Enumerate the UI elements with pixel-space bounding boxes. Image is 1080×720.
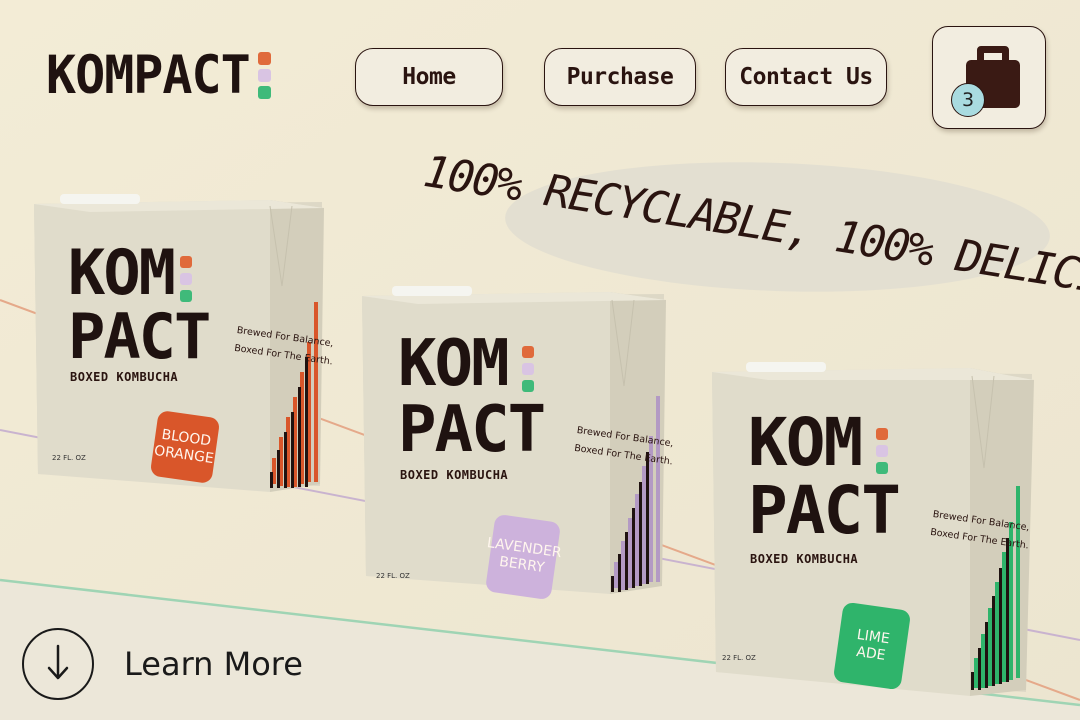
pack-volume: 22 FL. OZ	[376, 572, 410, 580]
pack-dot-green	[180, 290, 192, 302]
pack-dot-orange	[522, 346, 534, 358]
pack-dots	[522, 346, 534, 392]
product-box-lavender-berry[interactable]: KOM PACT BOXED KOMBUCHA Brewed For Balan…	[358, 286, 678, 606]
pack-logo-bottom: PACT	[398, 393, 546, 467]
nav-purchase-button[interactable]: Purchase	[544, 48, 696, 106]
cart-button[interactable]: 3	[932, 26, 1046, 129]
product-box-blood-orange[interactable]: KOM PACT BOXED KOMBUCHA Brewed For Balan…	[30, 192, 334, 512]
brand-dot-orange	[257, 51, 271, 65]
pack-subtitle: BOXED KOMBUCHA	[750, 552, 859, 566]
pack-subtitle: BOXED KOMBUCHA	[400, 468, 509, 482]
pack-logo-top: KOM	[398, 327, 510, 401]
pack-dot-orange	[180, 256, 192, 268]
cart-count-badge: 3	[951, 83, 985, 117]
learn-more-label: Learn More	[124, 645, 303, 683]
flavor-line2: ADE	[855, 643, 887, 664]
pack-dots	[180, 256, 192, 302]
pack-dot-lavender	[180, 273, 192, 285]
pack-subtitle: BOXED KOMBUCHA	[70, 370, 179, 384]
arrow-down-icon[interactable]	[22, 628, 94, 700]
pack-logo-bottom: PACT	[748, 472, 901, 549]
pack-logo-top: KOM	[748, 404, 863, 481]
brand-dots	[257, 51, 271, 99]
flavor-tag: BLOOD ORANGE	[149, 410, 221, 484]
nav-home-button[interactable]: Home	[355, 48, 503, 106]
pack-dot-orange	[876, 428, 888, 440]
learn-more-link[interactable]: Learn More	[22, 628, 303, 700]
pack-volume: 22 FL. OZ	[52, 454, 86, 462]
brand-dot-lavender	[257, 68, 271, 82]
product-box-lime-ade[interactable]: KOM PACT BOXED KOMBUCHA Brewed For Balan…	[708, 362, 1038, 712]
pack-dot-lavender	[522, 363, 534, 375]
brand-dot-green	[257, 85, 271, 99]
brand-name: KOMPACT	[46, 44, 251, 106]
nav-contact-button[interactable]: Contact Us	[725, 48, 887, 106]
pack-dot-lavender	[876, 445, 888, 457]
flavor-tag: LIME ADE	[832, 601, 912, 691]
pack-logo-bottom: PACT	[68, 300, 211, 373]
pack-dot-green	[522, 380, 534, 392]
pack-logo-top: KOM	[68, 236, 176, 309]
brand-logo[interactable]: KOMPACT	[46, 44, 271, 106]
pack-dot-green	[876, 462, 888, 474]
pack-dots	[876, 428, 888, 474]
flavor-tag: LAVENDER BERRY	[484, 513, 563, 601]
arrow-down-glyph	[47, 644, 69, 680]
pack-volume: 22 FL. OZ	[722, 654, 756, 662]
